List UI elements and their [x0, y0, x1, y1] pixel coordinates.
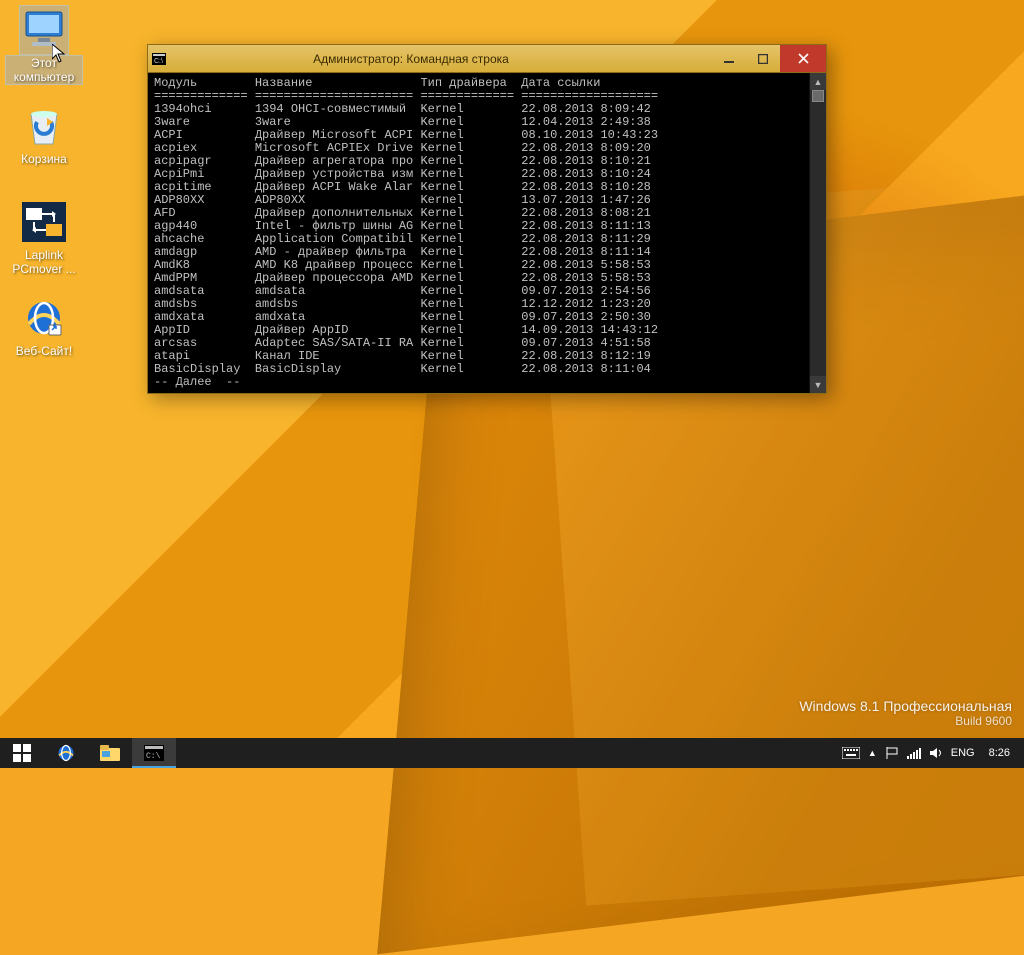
pcmover-icon [20, 198, 68, 246]
volume-icon[interactable] [929, 738, 943, 768]
clock[interactable]: 8:26 [983, 738, 1016, 768]
keyboard-icon[interactable] [842, 738, 860, 768]
windows-watermark: Windows 8.1 Профессиональная Build 9600 [799, 698, 1012, 728]
tray-chevron-icon[interactable]: ▲ [868, 738, 877, 768]
cmd-window[interactable]: C:\ Администратор: Командная строка Моду… [147, 44, 827, 394]
desktop-icon-this-pc[interactable]: Этоткомпьютер [6, 6, 82, 84]
ie-link-icon [20, 294, 68, 342]
start-button[interactable] [0, 738, 44, 768]
cmd-output: Модуль Название Тип драйвера Дата ссылки… [148, 73, 809, 393]
close-button[interactable] [780, 45, 826, 72]
taskbar-ie[interactable] [44, 738, 88, 768]
maximize-button[interactable] [746, 45, 780, 72]
cmd-titlebar[interactable]: C:\ Администратор: Командная строка [148, 45, 826, 73]
svg-text:C:\: C:\ [146, 752, 161, 761]
desktop-icon-pcmover[interactable]: LaplinkPCmover ... [6, 198, 82, 276]
this-pc-icon [20, 6, 68, 54]
watermark-line1: Windows 8.1 Профессиональная [799, 698, 1012, 714]
desktop-icon-label: Корзина [6, 152, 82, 166]
cmd-title-icon: C:\ [148, 53, 170, 65]
cmd-scrollbar[interactable]: ▲ ▼ [809, 73, 826, 393]
watermark-line2: Build 9600 [799, 714, 1012, 728]
recycle-icon [20, 102, 68, 150]
flag-icon[interactable] [885, 738, 899, 768]
minimize-button[interactable] [712, 45, 746, 72]
system-tray[interactable]: ▲ ENG 8:26 [834, 738, 1024, 768]
desktop-icon-label: LaplinkPCmover ... [6, 248, 82, 276]
desktop-icon-ie-link[interactable]: Веб-Сайт! [6, 294, 82, 358]
taskbar[interactable]: C:\ ▲ ENG 8:26 [0, 738, 1024, 768]
cmd-title-text: Администратор: Командная строка [170, 52, 712, 66]
scroll-down-icon[interactable]: ▼ [810, 376, 826, 393]
desktop-icon-recycle[interactable]: Корзина [6, 102, 82, 166]
language-indicator[interactable]: ENG [951, 738, 975, 768]
taskbar-explorer[interactable] [88, 738, 132, 768]
scroll-up-icon[interactable]: ▲ [810, 73, 826, 90]
network-icon[interactable] [907, 738, 921, 768]
desktop-icon-label: Этоткомпьютер [6, 56, 82, 84]
cmd-body: Модуль Название Тип драйвера Дата ссылки… [148, 73, 826, 393]
svg-text:C:\: C:\ [154, 58, 163, 65]
scroll-thumb[interactable] [812, 90, 824, 102]
taskbar-cmd[interactable]: C:\ [132, 738, 176, 768]
desktop-icon-label: Веб-Сайт! [6, 344, 82, 358]
